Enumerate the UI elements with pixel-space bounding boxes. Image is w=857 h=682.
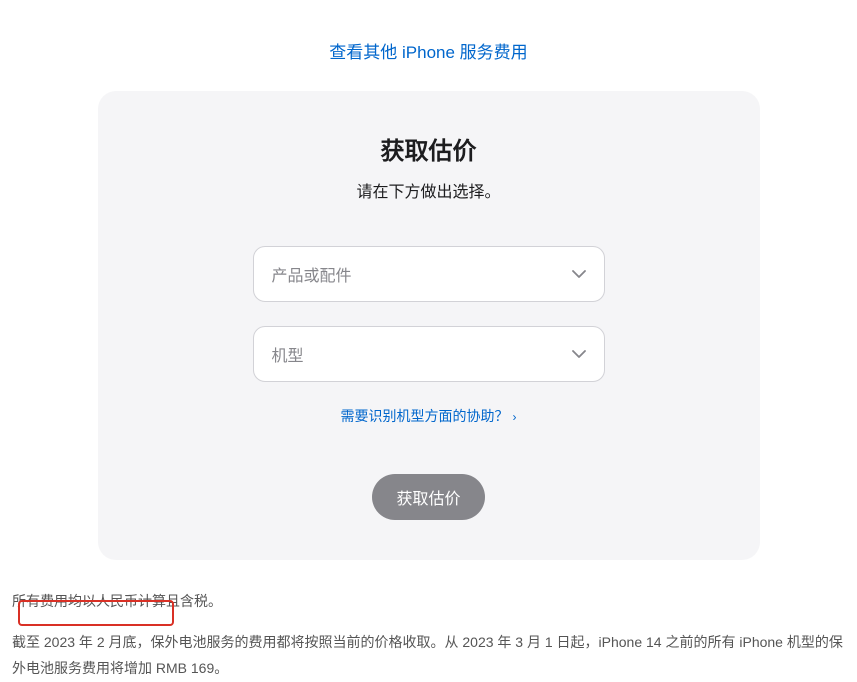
chevron-down-icon xyxy=(572,270,586,278)
model-select[interactable]: 机型 xyxy=(253,326,605,382)
model-select-placeholder: 机型 xyxy=(272,342,304,366)
chevron-right-icon: › xyxy=(513,410,517,424)
footer-line-1: 所有费用均以人民币计算且含税。 xyxy=(12,588,845,615)
estimate-card: 获取估价 请在下方做出选择。 产品或配件 机型 需要识别机型方面的协助？ › 获取… xyxy=(98,91,760,560)
chevron-down-icon xyxy=(572,350,586,358)
other-services-link[interactable]: 查看其他 iPhone 服务费用 xyxy=(329,43,527,62)
product-select-placeholder: 产品或配件 xyxy=(272,262,352,286)
get-estimate-button[interactable]: 获取估价 xyxy=(372,474,484,520)
card-title: 获取估价 xyxy=(138,131,720,166)
card-subtitle: 请在下方做出选择。 xyxy=(138,178,720,202)
help-link-container: 需要识别机型方面的协助？ › xyxy=(138,406,720,426)
model-select-wrap: 机型 xyxy=(253,326,605,382)
footer-line-2: 截至 2023 年 2 月底，保外电池服务的费用都将按照当前的价格收取。从 20… xyxy=(12,629,845,682)
help-link-text: 需要识别机型方面的协助？ xyxy=(341,408,509,424)
product-select[interactable]: 产品或配件 xyxy=(253,246,605,302)
footer-text: 所有费用均以人民币计算且含税。 截至 2023 年 2 月底，保外电池服务的费用… xyxy=(0,560,857,682)
identify-model-help-link[interactable]: 需要识别机型方面的协助？ › xyxy=(341,408,517,424)
top-link-container: 查看其他 iPhone 服务费用 xyxy=(0,0,857,91)
product-select-wrap: 产品或配件 xyxy=(253,246,605,302)
